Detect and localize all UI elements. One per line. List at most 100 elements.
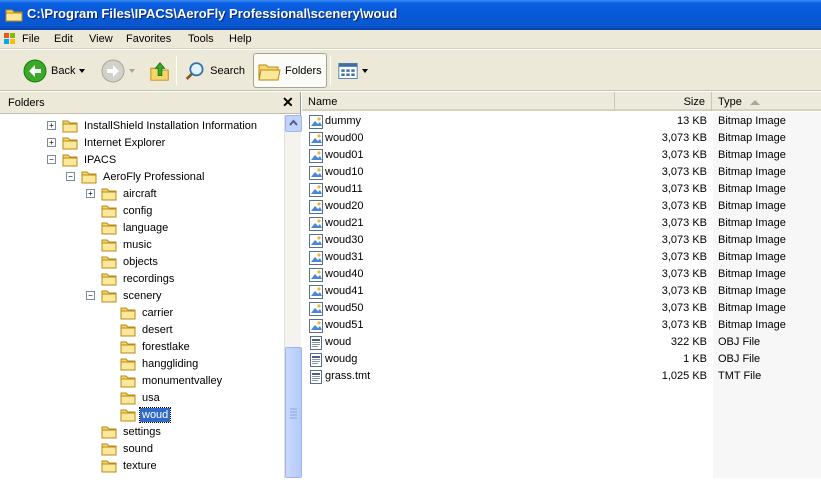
tree-item[interactable]: scenery: [101, 287, 164, 304]
up-folder-button[interactable]: [146, 53, 174, 88]
folders-button[interactable]: Folders: [253, 53, 327, 88]
tree-item[interactable]: music: [101, 236, 154, 253]
tree-expander[interactable]: +: [47, 121, 56, 130]
folders-label: Folders: [285, 64, 322, 77]
menu-help[interactable]: Help: [225, 32, 256, 46]
column-type[interactable]: Type: [712, 92, 821, 111]
tree-item[interactable]: desert: [120, 321, 175, 338]
tree-vertical-scrollbar[interactable]: [284, 115, 302, 478]
tree-item[interactable]: recordings: [101, 270, 176, 287]
tree-item[interactable]: monumentvalley: [120, 372, 224, 389]
views-dropdown-icon[interactable]: [362, 68, 368, 73]
tree-item[interactable]: hanggliding: [120, 355, 200, 372]
menu-favorites[interactable]: Favorites: [122, 32, 175, 46]
scroll-up-button[interactable]: [285, 115, 302, 132]
file-row[interactable]: woud21 3,073 KB Bitmap Image: [302, 215, 821, 232]
tree-item-label: objects: [123, 255, 158, 268]
menu-file[interactable]: File: [18, 32, 44, 46]
file-row[interactable]: woud30 3,073 KB Bitmap Image: [302, 232, 821, 249]
folder-icon: [120, 307, 136, 319]
file-row[interactable]: grass.tmt 1,025 KB TMT File: [302, 368, 821, 385]
tree-item-label: config: [123, 204, 153, 217]
tree-item-label: settings: [123, 425, 161, 438]
forward-dropdown-icon[interactable]: [129, 68, 135, 73]
tree-item[interactable]: settings: [101, 423, 163, 440]
file-row[interactable]: woud50 3,073 KB Bitmap Image: [302, 300, 821, 317]
file-row[interactable]: woud10 3,073 KB Bitmap Image: [302, 164, 821, 181]
tree-item[interactable]: forestlake: [120, 338, 192, 355]
file-row[interactable]: woudg 1 KB OBJ File: [302, 351, 821, 368]
scroll-thumb[interactable]: [285, 347, 302, 478]
folder-tree: + InstallShield Installation Information +…: [0, 115, 284, 478]
tree-expander[interactable]: −: [66, 172, 75, 181]
bitmap-file-icon: [309, 285, 323, 299]
file-size: 3,073 KB: [661, 285, 707, 297]
file-type: Bitmap Image: [718, 115, 786, 127]
back-button[interactable]: Back: [20, 53, 92, 88]
file-name: woud01: [325, 149, 364, 161]
column-size[interactable]: Size: [615, 92, 712, 111]
tree-expander[interactable]: +: [47, 138, 56, 147]
menu-bar: File Edit View Favorites Tools Help: [0, 30, 821, 49]
file-size: 3,073 KB: [661, 268, 707, 280]
tree-item[interactable]: language: [101, 219, 170, 236]
file-row[interactable]: woud00 3,073 KB Bitmap Image: [302, 130, 821, 147]
file-row[interactable]: woud51 3,073 KB Bitmap Image: [302, 317, 821, 334]
file-row[interactable]: dummy 13 KB Bitmap Image: [302, 113, 821, 130]
menu-view[interactable]: View: [85, 32, 117, 46]
bitmap-file-icon: [309, 234, 323, 248]
menu-edit[interactable]: Edit: [50, 32, 77, 46]
toolbar: Back Search Folders: [0, 50, 821, 91]
folder-icon: [62, 154, 78, 166]
tree-item-label: forestlake: [142, 340, 190, 353]
file-row[interactable]: woud41 3,073 KB Bitmap Image: [302, 283, 821, 300]
file-type: OBJ File: [718, 353, 761, 365]
file-row[interactable]: woud31 3,073 KB Bitmap Image: [302, 249, 821, 266]
title-bar[interactable]: C:\Program Files\IPACS\AeroFly Professio…: [0, 0, 821, 30]
tree-item[interactable]: aircraft: [101, 185, 159, 202]
tree-expander[interactable]: +: [86, 189, 95, 198]
file-size: 3,073 KB: [661, 132, 707, 144]
tree-item[interactable]: IPACS: [62, 151, 118, 168]
tree-item-label: IPACS: [84, 153, 117, 166]
sort-ascending-icon: [749, 99, 760, 105]
folder-icon: [5, 9, 23, 22]
file-type: Bitmap Image: [718, 132, 786, 144]
file-row[interactable]: woud20 3,073 KB Bitmap Image: [302, 198, 821, 215]
file-name: woud51: [325, 319, 364, 331]
tree-item[interactable]: usa: [120, 389, 162, 406]
tree-expander[interactable]: −: [86, 291, 95, 300]
tree-item[interactable]: texture: [101, 457, 159, 474]
tree-item[interactable]: carrier: [120, 304, 175, 321]
tree-expander[interactable]: −: [47, 155, 56, 164]
file-name: woud50: [325, 302, 364, 314]
forward-button[interactable]: [98, 53, 142, 88]
close-icon[interactable]: ✕: [282, 93, 294, 111]
tree-item[interactable]: InstallShield Installation Information: [62, 117, 259, 134]
tree-item[interactable]: AeroFly Professional: [81, 168, 207, 185]
file-type: Bitmap Image: [718, 251, 786, 263]
toolbar-separator: [330, 56, 331, 85]
tree-item[interactable]: sound: [101, 440, 155, 457]
file-row[interactable]: woud40 3,073 KB Bitmap Image: [302, 266, 821, 283]
tree-item[interactable]: woud: [120, 406, 172, 423]
menu-tools[interactable]: Tools: [184, 32, 218, 46]
tree-item[interactable]: objects: [101, 253, 160, 270]
tree-item-label: language: [123, 221, 169, 234]
folder-icon: [120, 409, 136, 421]
folder-icon: [101, 239, 117, 251]
back-dropdown-icon[interactable]: [79, 68, 86, 73]
search-button[interactable]: Search: [182, 53, 248, 88]
column-name[interactable]: Name: [302, 92, 615, 111]
tree-item[interactable]: config: [101, 202, 154, 219]
file-row[interactable]: woud11 3,073 KB Bitmap Image: [302, 181, 821, 198]
file-row[interactable]: woud01 3,073 KB Bitmap Image: [302, 147, 821, 164]
file-size: 13 KB: [677, 115, 707, 127]
folder-icon: [101, 460, 117, 472]
window-title: C:\Program Files\IPACS\AeroFly Professio…: [27, 6, 398, 21]
file-row[interactable]: woud 322 KB OBJ File: [302, 334, 821, 351]
tree-item[interactable]: Internet Explorer: [62, 134, 167, 151]
views-button[interactable]: [335, 53, 371, 88]
file-size: 3,073 KB: [661, 200, 707, 212]
folders-pane-title: Folders: [8, 97, 45, 109]
